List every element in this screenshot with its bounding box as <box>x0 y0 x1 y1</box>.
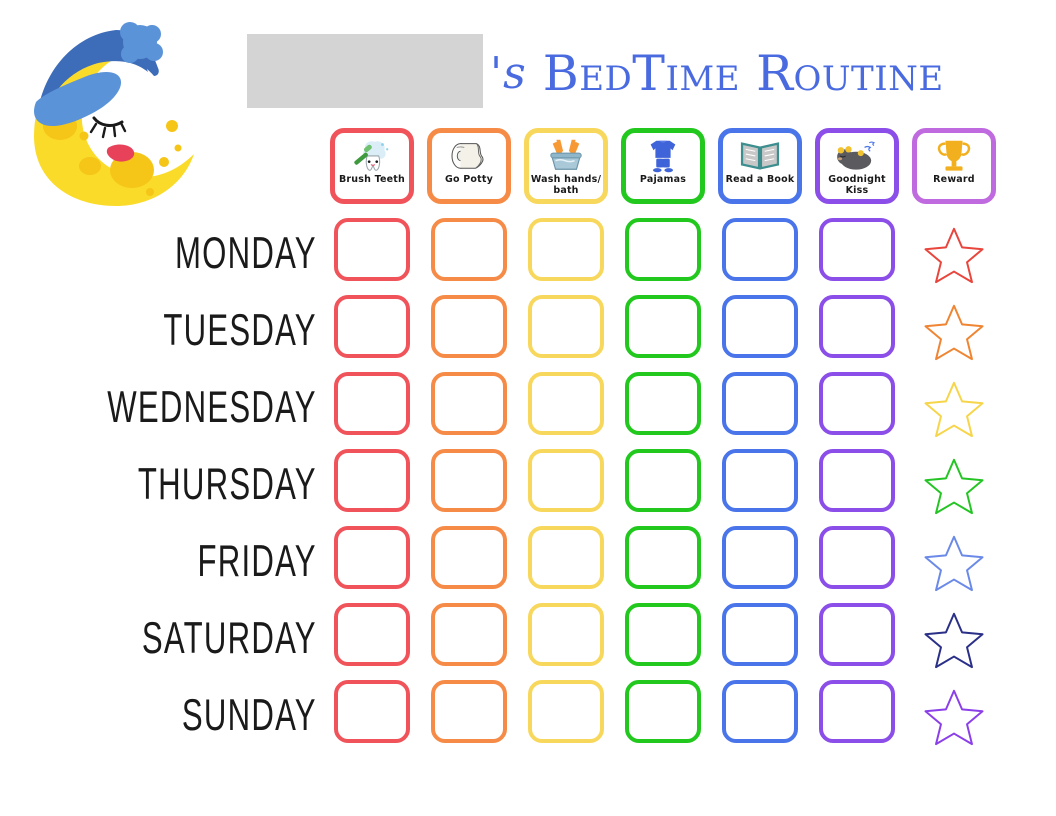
column-header: Read a Book <box>718 128 802 204</box>
checkbox-cell[interactable] <box>334 603 410 666</box>
reward-star[interactable] <box>912 451 996 519</box>
star-icon <box>924 689 984 745</box>
checkbox-cell[interactable] <box>528 372 604 435</box>
reward-star[interactable] <box>912 528 996 596</box>
checkbox-cell[interactable] <box>625 218 701 281</box>
column-header-label: Read a Book <box>725 174 795 185</box>
column-header-label: Wash hands/ bath <box>530 174 602 196</box>
toothbrush-tooth-icon <box>349 135 395 175</box>
checkbox-cell[interactable] <box>819 218 895 281</box>
checkbox-cell[interactable] <box>528 603 604 666</box>
star-icon <box>924 227 984 283</box>
task-column-pajamas: Pajamas <box>621 128 705 743</box>
star-icon <box>924 304 984 360</box>
checkbox-cell[interactable] <box>722 449 798 512</box>
title-row: 's BedTime Routine <box>240 20 1040 120</box>
day-label-column: MONDAY TUESDAY WEDNESDAY THURSDAY FRIDAY SATU… <box>107 216 325 755</box>
checkbox-cell[interactable] <box>334 526 410 589</box>
checkbox-cell[interactable] <box>625 680 701 743</box>
checkbox-cell[interactable] <box>431 295 507 358</box>
checkbox-cell[interactable] <box>528 218 604 281</box>
task-column-brush-teeth: Brush Teeth <box>330 128 414 743</box>
task-column-reward: Reward <box>912 128 996 745</box>
checkbox-cell[interactable] <box>722 680 798 743</box>
star-icon <box>924 381 984 437</box>
column-header: Goodnight Kiss <box>815 128 899 204</box>
day-label: SUNDAY <box>181 691 317 741</box>
checkbox-cell[interactable] <box>334 680 410 743</box>
column-header: Pajamas <box>621 128 705 204</box>
checkbox-cell[interactable] <box>819 526 895 589</box>
checkbox-cell[interactable] <box>625 526 701 589</box>
checkbox-cell[interactable] <box>431 449 507 512</box>
task-column-read-a-book: Read a Book <box>718 128 802 743</box>
checkbox-cell[interactable] <box>528 680 604 743</box>
open-book-icon <box>737 135 783 175</box>
toilet-paper-icon <box>446 135 492 175</box>
reward-star[interactable] <box>912 682 996 750</box>
checkbox-cell[interactable] <box>625 295 701 358</box>
checkbox-cell[interactable] <box>528 449 604 512</box>
page-title: 's BedTime Routine <box>490 28 944 118</box>
reward-star[interactable] <box>912 374 996 442</box>
checkbox-cell[interactable] <box>819 295 895 358</box>
column-header-label: Pajamas <box>639 174 687 185</box>
checkbox-cell[interactable] <box>819 680 895 743</box>
checkbox-cell[interactable] <box>819 449 895 512</box>
child-name-placeholder[interactable] <box>247 34 483 108</box>
task-column-go-potty: Go Potty <box>427 128 511 743</box>
routine-chart: MONDAY TUESDAY WEDNESDAY THURSDAY FRIDAY SATU… <box>0 128 1056 768</box>
trophy-icon <box>931 135 977 175</box>
checkbox-cell[interactable] <box>722 295 798 358</box>
hands-washing-basin-icon <box>543 135 589 175</box>
column-header: Wash hands/ bath <box>524 128 608 204</box>
checkbox-cell[interactable] <box>431 218 507 281</box>
sleeping-bear-icon <box>834 135 880 175</box>
column-header: Reward <box>912 128 996 204</box>
checkbox-cell[interactable] <box>722 526 798 589</box>
title-main-text: BedTime Routine <box>542 44 944 102</box>
checkbox-cell[interactable] <box>625 372 701 435</box>
checkbox-cell[interactable] <box>431 526 507 589</box>
star-icon <box>924 458 984 514</box>
checkbox-cell[interactable] <box>334 218 410 281</box>
checkbox-cell[interactable] <box>528 526 604 589</box>
checkbox-cell[interactable] <box>819 603 895 666</box>
task-columns: Brush Teeth Go Potty Wash hands/ bath Pa… <box>330 128 1030 768</box>
checkbox-cell[interactable] <box>334 295 410 358</box>
checkbox-cell[interactable] <box>625 603 701 666</box>
reward-star[interactable] <box>912 220 996 288</box>
column-header: Go Potty <box>427 128 511 204</box>
checkbox-cell[interactable] <box>431 372 507 435</box>
checkbox-cell[interactable] <box>819 372 895 435</box>
checkbox-cell[interactable] <box>528 295 604 358</box>
checkbox-cell[interactable] <box>431 603 507 666</box>
task-column-wash-hands-bath: Wash hands/ bath <box>524 128 608 743</box>
checkbox-cell[interactable] <box>334 449 410 512</box>
checkbox-cell[interactable] <box>722 603 798 666</box>
column-header-label: Goodnight Kiss <box>828 174 886 196</box>
checkbox-cell[interactable] <box>722 372 798 435</box>
checkbox-cell[interactable] <box>431 680 507 743</box>
checkbox-cell[interactable] <box>625 449 701 512</box>
column-header: Brush Teeth <box>330 128 414 204</box>
star-icon <box>924 612 984 668</box>
reward-star[interactable] <box>912 605 996 673</box>
checkbox-cell[interactable] <box>722 218 798 281</box>
column-header-label: Brush Teeth <box>338 174 406 185</box>
checkbox-cell[interactable] <box>334 372 410 435</box>
pajamas-icon <box>640 135 686 175</box>
star-icon <box>924 535 984 591</box>
task-column-goodnight-kiss: Goodnight Kiss <box>815 128 899 743</box>
reward-star[interactable] <box>912 297 996 365</box>
title-possessive-suffix: 's <box>490 47 527 99</box>
column-header-label: Reward <box>933 174 975 185</box>
column-header-label: Go Potty <box>445 174 493 185</box>
